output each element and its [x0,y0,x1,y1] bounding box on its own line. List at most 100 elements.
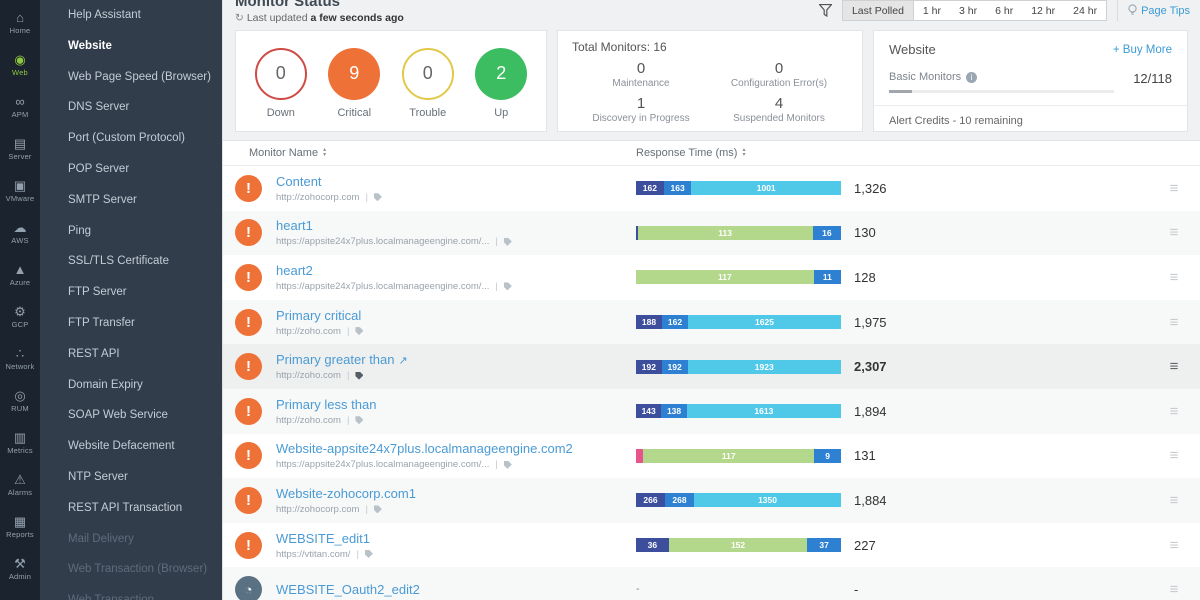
sidebar-item-smtp-server[interactable]: SMTP Server [40,185,222,216]
sidebar-item-website[interactable]: Website [40,31,222,62]
reports-icon: ▦ [14,515,26,528]
sidebar-item-web-transaction-browser-[interactable]: Web Transaction (Browser) [40,554,222,585]
table-row[interactable]: !Contenthttp://zohocorp.com|16216310011,… [223,166,1200,211]
table-row[interactable]: !heart1https://appsite24x7plus.localmana… [223,211,1200,256]
info-icon[interactable]: i [966,72,977,83]
row-menu-icon[interactable]: ≡ [1148,180,1200,197]
monitor-name-block: Contenthttp://zohocorp.com| [276,174,382,203]
status-circle-trouble[interactable]: 0Trouble [402,48,454,119]
table-row[interactable]: !Primary less thanhttp://zoho.com|143138… [223,389,1200,434]
monitor-name-link[interactable]: WEBSITE_Oauth2_edit2 [276,582,420,597]
sidebar-item-mail-delivery[interactable]: Mail Delivery [40,524,222,555]
sidebar-item-pop-server[interactable]: POP Server [40,154,222,185]
sidebar-item-web-page-speed-browser-[interactable]: Web Page Speed (Browser) [40,62,222,93]
rail-item-metrics[interactable]: ▥Metrics [0,422,40,464]
row-menu-icon[interactable]: ≡ [1148,537,1200,554]
table-body: !Contenthttp://zohocorp.com|16216310011,… [223,166,1200,600]
rail-item-label: AWS [11,236,28,245]
row-menu-icon[interactable]: ≡ [1148,314,1200,331]
monitor-name-link[interactable]: Content [276,174,382,189]
total-value: 0 [572,60,710,77]
time-range-last-polled[interactable]: Last Polled [843,1,914,20]
tag-icon[interactable] [355,372,363,380]
rail-item-web[interactable]: ◉Web [0,44,40,86]
sidebar-item-web-transaction[interactable]: Web Transaction [40,585,222,600]
rail-item-network[interactable]: ∴Network [0,338,40,380]
time-range-24-hr[interactable]: 24 hr [1064,1,1106,20]
rail-item-aws[interactable]: ☁AWS [0,212,40,254]
monitor-name-link[interactable]: heart2 [276,263,512,278]
sidebar-item-rest-api[interactable]: REST API [40,339,222,370]
sidebar-item-help-assistant[interactable]: Help Assistant [40,0,222,31]
status-circle-critical[interactable]: 9Critical [328,48,380,119]
table-row[interactable]: !heart2https://appsite24x7plus.localmana… [223,255,1200,300]
time-range-6-hr[interactable]: 6 hr [986,1,1022,20]
rail-item-server[interactable]: ▤Server [0,128,40,170]
sidebar-item-ntp-server[interactable]: NTP Server [40,462,222,493]
critical-status-icon: ! [235,264,262,291]
rail-item-reports[interactable]: ▦Reports [0,506,40,548]
sidebar-item-domain-expiry[interactable]: Domain Expiry [40,370,222,401]
monitor-url: http://zoho.com [276,326,341,337]
sidebar-item-website-defacement[interactable]: Website Defacement [40,431,222,462]
sidebar-item-dns-server[interactable]: DNS Server [40,92,222,123]
buy-more-link[interactable]: + Buy More [1113,44,1172,56]
sidebar-item-ftp-transfer[interactable]: FTP Transfer [40,308,222,339]
response-time-total: - [841,582,951,597]
row-menu-icon[interactable]: ≡ [1148,447,1200,464]
sort-response-time[interactable]: ▴▾ [742,148,745,158]
rail-item-gcp[interactable]: ⚙GCP [0,296,40,338]
row-menu-icon[interactable]: ≡ [1148,492,1200,509]
row-menu-icon[interactable]: ≡ [1148,581,1200,598]
sidebar-item-rest-api-transaction[interactable]: REST API Transaction [40,493,222,524]
monitor-name-link[interactable]: Website-appsite24x7plus.localmanageengin… [276,441,573,456]
monitor-name-link[interactable]: heart1 [276,218,512,233]
sidebar-item-port-custom-protocol-[interactable]: Port (Custom Protocol) [40,123,222,154]
table-row[interactable]: !Primary criticalhttp://zoho.com|1881621… [223,300,1200,345]
monitor-name-link[interactable]: Primary critical [276,308,363,323]
row-menu-icon[interactable]: ≡ [1148,358,1200,375]
sort-monitor-name[interactable]: ▴▾ [323,148,326,158]
sidebar-item-ssl-tls-certificate[interactable]: SSL/TLS Certificate [40,246,222,277]
time-range-1-hr[interactable]: 1 hr [914,1,950,20]
monitor-name-link[interactable]: Primary greater than↗ [276,352,408,367]
tag-icon[interactable] [504,238,512,246]
monitor-cell: !Primary less thanhttp://zoho.com| [223,397,636,426]
tag-icon[interactable] [504,461,512,469]
table-row[interactable]: ◔WEBSITE_Oauth2_edit2--≡ [223,567,1200,600]
sidebar-item-ping[interactable]: Ping [40,216,222,247]
monitor-name-link[interactable]: Primary less than [276,397,376,412]
tag-icon[interactable] [355,327,363,335]
status-circle-up[interactable]: 2Up [475,48,527,119]
rail-item-alarms[interactable]: ⚠Alarms [0,464,40,506]
tag-icon[interactable] [374,505,382,513]
status-circle-down[interactable]: 0Down [255,48,307,119]
tag-icon[interactable] [504,282,512,290]
table-row[interactable]: !Primary greater than↗http://zoho.com|19… [223,344,1200,389]
row-menu-icon[interactable]: ≡ [1148,224,1200,241]
tag-icon[interactable] [374,193,382,201]
rail-item-home[interactable]: ⌂Home [0,2,40,44]
rail-item-azure[interactable]: ▲Azure [0,254,40,296]
row-menu-icon[interactable]: ≡ [1148,269,1200,286]
row-menu-icon[interactable]: ≡ [1148,403,1200,420]
table-row[interactable]: !Website-appsite24x7plus.localmanageengi… [223,434,1200,479]
page-tips-button[interactable]: Page Tips [1117,0,1190,21]
sidebar-item-ftp-server[interactable]: FTP Server [40,277,222,308]
time-range-3-hr[interactable]: 3 hr [950,1,986,20]
sidebar-item-soap-web-service[interactable]: SOAP Web Service [40,400,222,431]
monitor-name-link[interactable]: WEBSITE_edit1 [276,531,373,546]
refresh-icon[interactable]: ↻ [235,12,244,24]
table-row[interactable]: !Website-zohocorp.com1http://zohocorp.co… [223,478,1200,523]
rail-item-vmware[interactable]: ▣VMware [0,170,40,212]
rail-item-admin[interactable]: ⚒Admin [0,548,40,590]
table-row[interactable]: !WEBSITE_edit1https://vtitan.com/|361523… [223,523,1200,568]
tag-icon[interactable] [355,416,363,424]
rail-item-apm[interactable]: ∞APM [0,86,40,128]
monitor-cell: !heart1https://appsite24x7plus.localmana… [223,218,636,247]
tag-icon[interactable] [365,550,373,558]
filter-funnel-icon[interactable] [819,4,832,17]
rail-item-rum[interactable]: ◎RUM [0,380,40,422]
time-range-12-hr[interactable]: 12 hr [1022,1,1064,20]
monitor-name-link[interactable]: Website-zohocorp.com1 [276,486,416,501]
